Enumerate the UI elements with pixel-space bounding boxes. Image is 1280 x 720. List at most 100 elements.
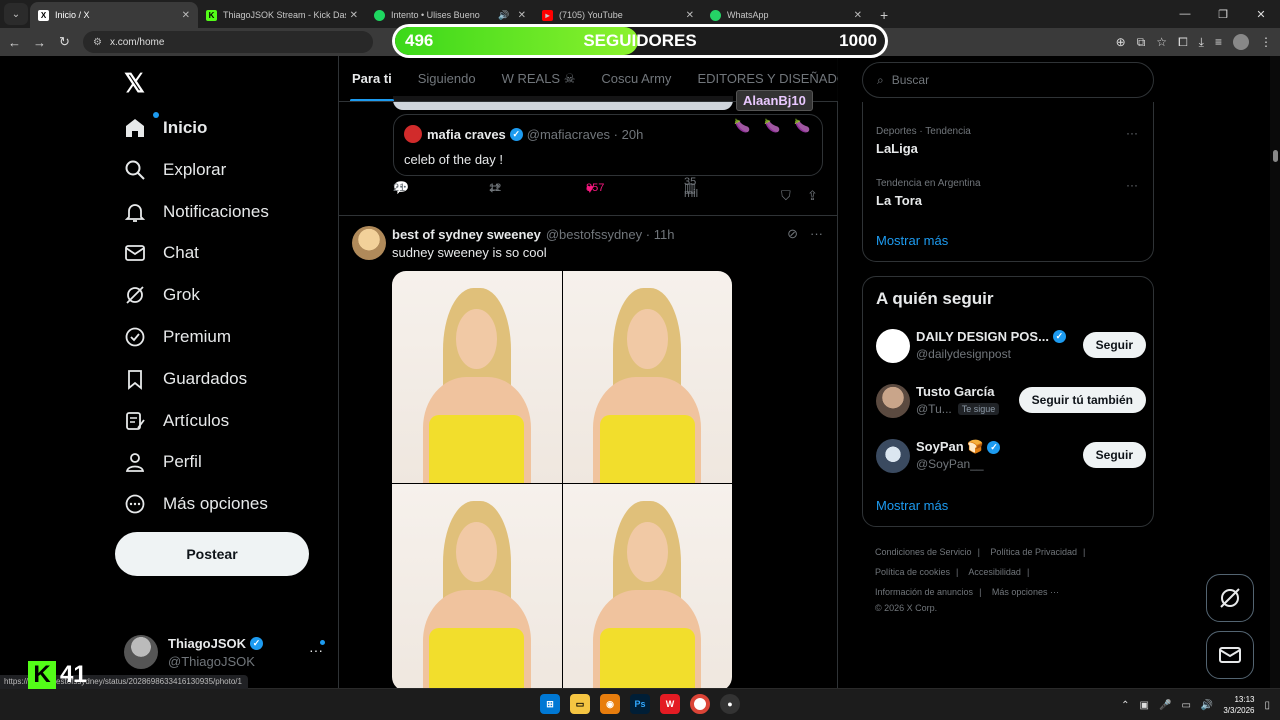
close-icon[interactable]: ✕ xyxy=(518,10,526,21)
bookmark-icon[interactable]: ⛉ xyxy=(781,188,791,204)
nav-item-inicio[interactable]: Inicio xyxy=(124,112,207,143)
menu-icon[interactable]: ⋮ xyxy=(1260,35,1272,49)
mail-icon xyxy=(1219,647,1241,663)
extensions-icon[interactable]: ⧠ xyxy=(1178,35,1188,50)
x-logo-icon[interactable]: 𝕏 xyxy=(124,68,145,99)
maximize-icon[interactable]: ❐ xyxy=(1204,0,1242,28)
show-more-link[interactable]: Mostrar más xyxy=(876,233,948,248)
tab-para-ti[interactable]: Para ti xyxy=(350,56,394,101)
avatar[interactable] xyxy=(352,226,386,260)
footer-link-accessibility[interactable]: Accesibilidad xyxy=(968,567,1021,577)
trend-item[interactable]: Tendencia en Argentina La Tora ··· xyxy=(876,178,1141,208)
grok-fab-button[interactable] xyxy=(1206,574,1254,622)
footer-link-terms[interactable]: Condiciones de Servicio xyxy=(875,547,972,557)
obs-icon[interactable]: ● xyxy=(720,694,740,714)
follow-suggestion[interactable]: DAILY DESIGN POS... ✓ @dailydesignpost Se… xyxy=(876,327,1146,367)
trend-item[interactable]: Deportes · Tendencia LaLiga ··· xyxy=(876,126,1141,156)
follow-suggestion[interactable]: Tusto García @Tu... Te sigue Seguir tú ta… xyxy=(876,382,1146,422)
post-photo[interactable] xyxy=(562,484,732,688)
footer-link-privacy[interactable]: Política de Privacidad xyxy=(990,547,1077,557)
microphone-icon[interactable]: 🎤 xyxy=(1159,700,1171,711)
volume-icon[interactable]: 🔊 xyxy=(1201,700,1213,711)
tab-coscu-army[interactable]: Coscu Army xyxy=(601,56,671,101)
page-scrollbar[interactable] xyxy=(1270,56,1280,688)
minimize-icon[interactable]: — xyxy=(1166,0,1204,28)
zoom-icon[interactable]: ⊕ xyxy=(1116,35,1126,49)
post-photo[interactable] xyxy=(392,271,562,483)
footer-link-ads[interactable]: Información de anuncios xyxy=(875,587,973,597)
follow-button[interactable]: Seguir xyxy=(1082,332,1146,358)
more-icon[interactable]: ··· xyxy=(1126,178,1138,192)
follow-back-button[interactable]: Seguir tú también xyxy=(1018,387,1146,413)
close-icon[interactable]: ✕ xyxy=(350,10,358,21)
grok-icon[interactable]: ⊘ xyxy=(787,226,798,242)
more-icon[interactable]: ··· xyxy=(810,226,823,242)
post-author-handle[interactable]: @bestofssydney · 11h xyxy=(546,227,675,242)
file-explorer-icon[interactable]: ▭ xyxy=(570,694,590,714)
photoshop-icon[interactable]: Ps xyxy=(630,694,650,714)
back-icon[interactable]: ← xyxy=(2,35,27,50)
more-icon[interactable]: ··· xyxy=(309,642,323,658)
share-icon[interactable]: ⇪ xyxy=(807,188,818,204)
blender-icon[interactable]: ◉ xyxy=(600,694,620,714)
article-icon xyxy=(124,410,146,432)
tab-siguiendo[interactable]: Siguiendo xyxy=(418,56,476,101)
nav-item-chat[interactable]: Chat xyxy=(124,238,199,268)
nav-item-guardados[interactable]: Guardados xyxy=(124,364,247,394)
chevron-up-icon[interactable]: ⌃ xyxy=(1121,700,1129,711)
close-icon[interactable]: ✕ xyxy=(182,10,190,21)
system-clock[interactable]: 13:13 3/3/2026 xyxy=(1223,694,1254,716)
post-photo[interactable] xyxy=(392,484,562,688)
tab-kick-dashboard[interactable]: K ThiagoJSOK Stream - Kick Dashb ✕ xyxy=(198,2,366,28)
screenshot-icon[interactable]: ⧉ xyxy=(1137,35,1146,50)
site-info-icon[interactable]: ⚙ xyxy=(93,37,102,48)
star-icon[interactable]: ☆ xyxy=(1156,35,1167,49)
nav-item-perfil[interactable]: Perfil xyxy=(124,447,202,477)
reading-list-icon[interactable]: ≡ xyxy=(1215,35,1222,49)
follow-suggestion[interactable]: SoyPan 🍞 ✓ @SoyPan__ Seguir xyxy=(876,437,1146,477)
reload-icon[interactable]: ↻ xyxy=(52,34,77,50)
profile-avatar[interactable] xyxy=(1233,34,1249,50)
messages-fab-button[interactable] xyxy=(1206,631,1254,679)
nav-item-articulos[interactable]: Artículos xyxy=(124,406,229,436)
download-icon[interactable]: ⤓ xyxy=(1199,35,1204,50)
network-icon[interactable]: ▣ xyxy=(1140,700,1149,711)
wps-icon[interactable]: W xyxy=(660,694,680,714)
windows-start-icon[interactable]: ⊞ xyxy=(540,694,560,714)
stream-viewer-overlay: K 41 xyxy=(28,660,98,690)
speaker-icon[interactable]: 🔊 xyxy=(498,10,509,21)
tab-w-reals[interactable]: W REALS ☠ xyxy=(502,56,576,101)
more-icon[interactable]: ··· xyxy=(1126,126,1138,140)
post-author-name[interactable]: best of sydney sweeney xyxy=(392,227,541,242)
nav-label: Chat xyxy=(163,243,199,262)
follow-button[interactable]: Seguir xyxy=(1082,442,1146,468)
tab-search-button[interactable]: ⌄ xyxy=(4,3,28,25)
chrome-icon[interactable] xyxy=(690,694,710,714)
nav-label: Grok xyxy=(163,285,200,304)
close-window-icon[interactable]: ✕ xyxy=(1242,0,1280,28)
nav-item-explorar[interactable]: Explorar xyxy=(124,155,226,185)
post-button[interactable]: Postear xyxy=(115,532,309,576)
nav-item-mas-opciones[interactable]: Más opciones xyxy=(124,489,268,519)
forward-icon[interactable]: → xyxy=(27,35,52,50)
footer-link-cookies[interactable]: Política de cookies xyxy=(875,567,950,577)
post-photo[interactable] xyxy=(562,271,732,483)
close-icon[interactable]: ✕ xyxy=(854,10,862,21)
footer-link-more[interactable]: Más opciones ··· xyxy=(992,587,1059,597)
left-sidebar: 𝕏 Inicio Explorar Notificaciones Chat Gr… xyxy=(110,56,338,688)
display-icon[interactable]: ▭ xyxy=(1181,700,1190,711)
new-tab-button[interactable]: + xyxy=(880,7,888,23)
search-input[interactable]: ⌕ Buscar xyxy=(862,62,1154,98)
window-controls: — ❐ ✕ xyxy=(1166,0,1280,28)
account-switcher[interactable]: ThiagoJSOK ✓ @ThiagoJSOK ··· xyxy=(124,632,329,672)
nav-item-premium[interactable]: Premium xyxy=(124,322,231,352)
scrollbar-thumb[interactable] xyxy=(1273,150,1278,162)
bookmark-icon xyxy=(124,368,146,390)
nav-item-notificaciones[interactable]: Notificaciones xyxy=(124,197,269,227)
url-bar[interactable]: ⚙ x.com/home xyxy=(83,31,373,53)
show-more-link[interactable]: Mostrar más xyxy=(876,498,948,513)
nav-item-grok[interactable]: Grok xyxy=(124,280,200,310)
tab-x-home[interactable]: X Inicio / X ✕ xyxy=(30,2,198,28)
close-icon[interactable]: ✕ xyxy=(686,10,694,21)
notifications-icon[interactable]: ▯ xyxy=(1264,700,1270,711)
